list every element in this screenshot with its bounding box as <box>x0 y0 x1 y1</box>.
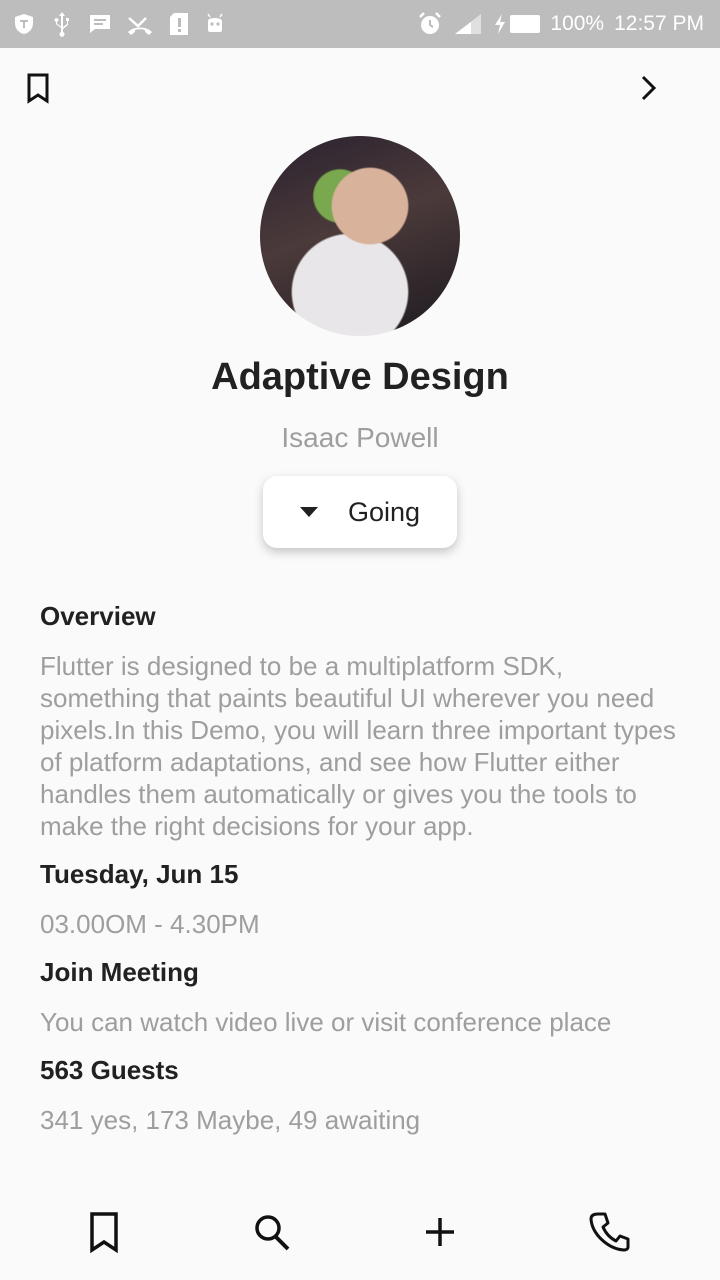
message-icon <box>90 15 110 33</box>
dropdown-arrow-icon <box>299 507 318 517</box>
battery-percent: 100% <box>550 12 605 35</box>
status-right: 100% 12:57 PM <box>417 11 720 37</box>
join-meeting-heading: Join Meeting <box>40 957 199 987</box>
status-bar: 100% 12:57 PM <box>0 0 720 48</box>
bookmark-icon[interactable] <box>86 1210 122 1254</box>
top-app-bar <box>0 48 720 128</box>
search-icon[interactable] <box>252 1210 292 1254</box>
meeting-description: You can watch video live or visit confer… <box>40 1007 612 1037</box>
overview-text: Flutter is designed to be a multiplatfor… <box>40 651 676 841</box>
event-details: Overview Flutter is designed to be a mul… <box>40 598 680 1136</box>
chevron-right-icon[interactable] <box>632 72 664 104</box>
event-title: Adaptive Design <box>211 356 509 398</box>
clock: 12:57 PM <box>614 12 704 35</box>
event-avatar <box>260 136 460 336</box>
alert-card-icon <box>170 13 188 35</box>
rsvp-label: Going <box>347 496 421 527</box>
event-host: Isaac Powell <box>281 422 439 453</box>
battery-icon <box>510 15 541 33</box>
add-icon[interactable] <box>420 1210 460 1254</box>
time-range: 03.00OM - 4.30PM <box>40 909 260 939</box>
signal-icon <box>455 14 482 34</box>
alarm-icon <box>419 12 442 34</box>
missed-call-icon <box>128 17 152 35</box>
bottom-navigation <box>0 1196 720 1272</box>
charging-icon <box>495 14 506 34</box>
date-heading: Tuesday, Jun 15 <box>40 859 239 889</box>
shield-icon <box>15 14 33 34</box>
status-left-icons <box>0 11 226 37</box>
guests-heading: 563 Guests <box>40 1055 179 1085</box>
rsvp-dropdown-button[interactable]: Going <box>263 476 457 548</box>
phone-icon[interactable] <box>588 1210 630 1254</box>
guests-breakdown: 341 yes, 173 Maybe, 49 awaiting <box>40 1105 421 1135</box>
bookmark-icon[interactable] <box>22 70 54 106</box>
usb-icon <box>54 12 69 37</box>
overview-heading: Overview <box>40 601 156 631</box>
android-icon <box>207 13 223 32</box>
battery-indicator <box>493 13 541 35</box>
